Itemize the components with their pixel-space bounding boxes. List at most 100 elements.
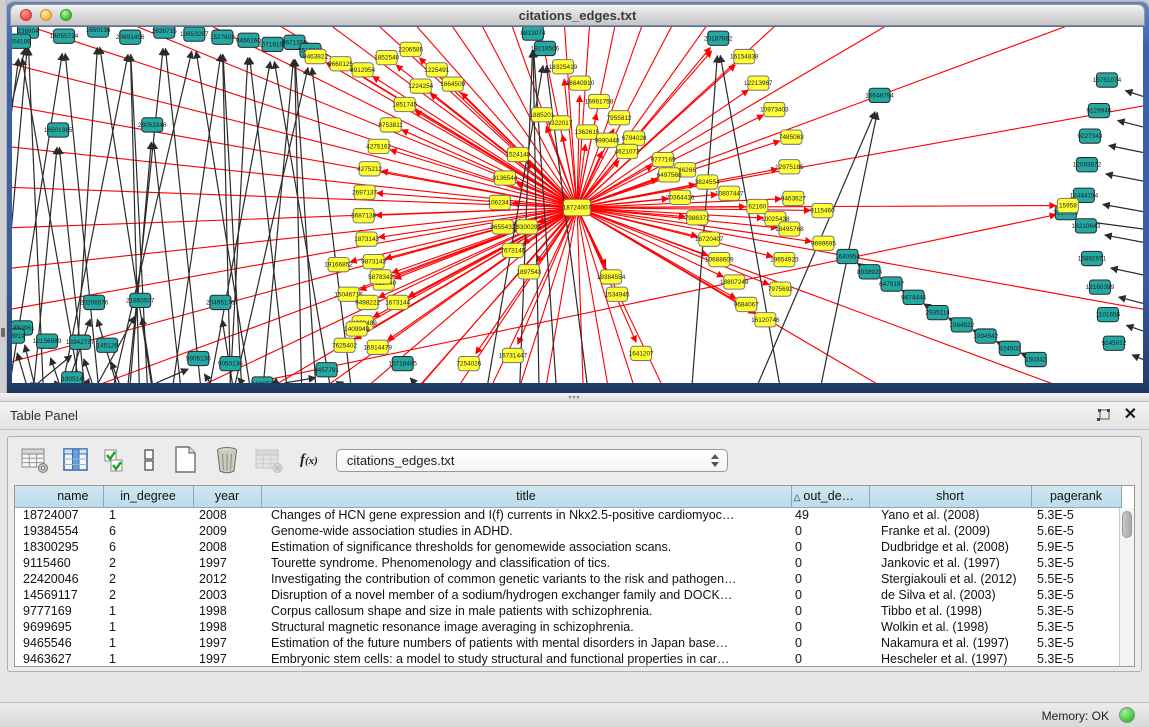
float-panel-icon[interactable] <box>1095 408 1111 424</box>
graph-node[interactable]: 9990448 <box>595 133 620 147</box>
graph-node[interactable]: 9873143 <box>361 254 386 268</box>
graph-node[interactable]: 9136544 <box>492 171 517 185</box>
table-selector-dropdown[interactable]: citations_edges.txt <box>336 449 728 472</box>
table-row[interactable]: 2242004622012Investigating the contribut… <box>15 571 1121 587</box>
graph-node[interactable]: 20364416 <box>666 190 695 204</box>
graph-node[interactable]: 16640910 <box>566 76 595 90</box>
graph-node[interactable]: 1534945 <box>605 287 630 301</box>
graph-node[interactable]: 1641207 <box>629 346 654 360</box>
graph-node[interactable]: 924502 <box>999 341 1021 355</box>
graph-node[interactable]: 9463627 <box>781 191 806 205</box>
graph-node[interactable]: 18720407 <box>695 232 724 246</box>
graph-node[interactable]: 62160 <box>747 199 768 213</box>
graph-node[interactable]: 9457791 <box>314 363 339 377</box>
graph-node[interactable]: 15892971 <box>1078 251 1107 265</box>
graph-node[interactable]: 4275212 <box>357 162 382 176</box>
table-settings-icon[interactable] <box>20 446 50 474</box>
graph-node[interactable]: 16731447 <box>499 348 528 362</box>
network-canvas[interactable]: 2368041405572416501362069140626387151065… <box>12 27 1143 383</box>
graph-node[interactable]: 1885201 <box>529 108 554 122</box>
graph-node[interactable]: 9699695 <box>811 236 836 250</box>
graph-node[interactable]: 1640954 <box>835 249 860 263</box>
table-row[interactable]: 946554611997Estimation of the future num… <box>15 635 1121 651</box>
graph-node[interactable]: 8813074 <box>520 27 545 40</box>
graph-node[interactable]: 6794028 <box>622 131 647 145</box>
graph-node[interactable]: 7673145 <box>500 243 525 257</box>
column-header-name[interactable]: name <box>15 486 103 507</box>
column-header-title[interactable]: title <box>261 486 791 507</box>
delete-table-icon[interactable] <box>212 445 242 475</box>
graph-node[interactable]: 7975692 <box>768 282 793 296</box>
graph-node[interactable]: 9129946 <box>1086 104 1111 118</box>
column-header-year[interactable]: year <box>193 486 261 507</box>
graph-node[interactable]: 3687138 <box>351 209 376 223</box>
graph-node[interactable]: 15718485 <box>388 356 417 370</box>
select-all-icon[interactable] <box>102 446 128 474</box>
table-row[interactable]: 911546021997Tourette syndrome. Phenomeno… <box>15 555 1121 571</box>
graph-node[interactable]: 12213967 <box>744 76 773 90</box>
graph-node[interactable]: 1062341 <box>487 195 512 209</box>
graph-node[interactable]: 14055724 <box>50 29 79 43</box>
graph-node[interactable]: 193919 <box>12 329 25 343</box>
graph-node[interactable]: 13942737 <box>66 335 95 349</box>
graph-node[interactable]: 2206585 <box>398 42 423 56</box>
graph-node[interactable]: 2935114 <box>925 305 950 319</box>
graph-node[interactable]: 16154838 <box>730 49 759 63</box>
graph-node[interactable]: 145126 <box>96 338 118 352</box>
graph-node[interactable]: 19166852 <box>324 258 353 272</box>
graph-node[interactable]: 9463822 <box>303 49 328 63</box>
graph-node[interactable]: 16501365 <box>44 123 73 137</box>
graph-node[interactable]: 168654 <box>252 377 274 383</box>
graph-node[interactable]: 6497568 <box>657 168 682 182</box>
graph-node[interactable]: 10653267 <box>180 27 209 41</box>
graph-node[interactable]: 21860507 <box>126 293 155 307</box>
graph-node[interactable]: 10807447 <box>715 186 744 200</box>
clear-selection-icon[interactable] <box>140 446 158 474</box>
close-panel-icon[interactable]: ✕ <box>1124 406 1137 424</box>
graph-node[interactable]: 9245012 <box>1101 336 1126 350</box>
graph-node[interactable]: 1873143 <box>354 232 379 246</box>
graph-node[interactable]: 19218506 <box>531 41 560 55</box>
graph-node[interactable]: 2638715 <box>152 27 177 38</box>
graph-node[interactable]: 20495176 <box>206 295 235 309</box>
graph-node[interactable]: 7625402 <box>332 338 357 352</box>
graph-node[interactable]: 10688609 <box>705 252 734 266</box>
new-table-icon[interactable] <box>170 445 200 475</box>
graph-node[interactable]: 16120746 <box>751 313 780 327</box>
window-title-bar[interactable]: citations_edges.txt <box>10 4 1145 26</box>
graph-node[interactable]: 9227343 <box>1077 129 1102 143</box>
table-scrollbar[interactable] <box>1119 508 1134 666</box>
graph-node[interactable]: 9684067 <box>734 297 759 311</box>
graph-node[interactable]: 1527602 <box>210 30 235 44</box>
graph-node[interactable]: 18325419 <box>549 60 578 74</box>
graph-node[interactable]: 5878342 <box>368 270 393 284</box>
column-header-short[interactable]: short <box>869 486 1031 507</box>
function-builder-icon[interactable]: f(x) <box>300 452 318 469</box>
graph-node[interactable]: 16961758 <box>585 94 614 108</box>
graph-node[interactable]: 1650136 <box>86 27 111 37</box>
graph-node[interactable]: 3824554 <box>695 175 720 189</box>
graph-node[interactable]: 15751074 <box>1093 73 1122 87</box>
graph-node[interactable]: 20206576 <box>80 295 109 309</box>
graph-node[interactable]: 18724007 <box>563 199 592 215</box>
graph-node[interactable]: 12160399 <box>1086 280 1115 294</box>
graph-node[interactable]: 20187682 <box>704 31 733 45</box>
table-row[interactable]: 1938455462009Genome-wide association stu… <box>15 523 1121 539</box>
graph-node[interactable]: 4275162 <box>366 139 391 153</box>
graph-node[interactable]: 1064522 <box>949 318 974 332</box>
graph-node[interactable]: 16648794 <box>865 88 894 102</box>
graph-node[interactable]: 12156889 <box>33 334 62 348</box>
graph-node[interactable]: 150342 <box>1025 352 1047 366</box>
table-row[interactable]: 1456911722003Disruption of a novel membe… <box>15 587 1121 603</box>
graph-node[interactable]: 9115460 <box>810 203 835 217</box>
graph-node[interactable]: 1852540 <box>374 50 399 64</box>
graph-node[interactable]: 28053346 <box>138 118 167 132</box>
graph-node[interactable]: 1851745 <box>392 97 417 111</box>
graph-node[interactable]: 7955812 <box>607 111 632 125</box>
table-row[interactable]: 946362711997Embryonic stem cells: a mode… <box>15 651 1121 667</box>
graph-node[interactable]: 8912954 <box>350 63 375 77</box>
graph-node[interactable]: 7485063 <box>779 130 804 144</box>
graph-node[interactable]: 1409949 <box>344 322 369 336</box>
graph-node[interactable]: 18300295 <box>513 220 542 234</box>
table-row[interactable]: 1830029562008Estimation of significance … <box>15 539 1121 555</box>
